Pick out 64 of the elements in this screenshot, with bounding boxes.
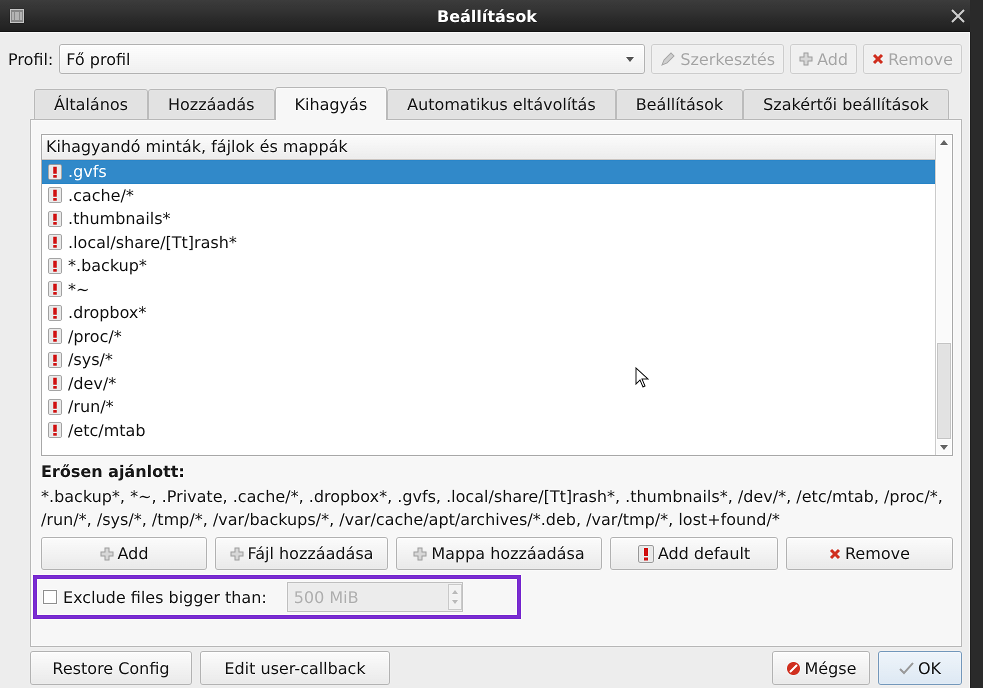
add-button[interactable]: Fájl hozzáadása [215,537,388,570]
cancel-icon [786,660,800,676]
exclamation-icon [48,281,62,298]
edit-callback-button[interactable]: Edit user-callback [200,651,390,685]
pattern-row[interactable]: .gvfs [42,160,935,184]
plus-icon [413,546,428,560]
pattern-row[interactable]: /sys/* [42,348,935,372]
add-button[interactable]: Mappa hozzáadása [396,537,602,570]
ok-button[interactable]: OK [878,651,962,685]
plus-icon [799,52,814,66]
scrollbar[interactable] [935,135,952,455]
exclamation-icon [48,258,62,274]
pattern-row[interactable]: .dropbox* [42,301,935,324]
scroll-thumb[interactable] [937,343,951,439]
exclamation-icon [638,544,654,562]
close-icon [829,548,842,560]
add-button[interactable]: Add [41,537,207,570]
pencil-icon [660,51,676,67]
exclamation-icon [48,304,62,321]
plus-icon [230,546,244,560]
pattern-row[interactable]: .cache/* [42,184,935,207]
section-heading: Erősen ajánlott: [41,461,186,483]
exclamation-icon [48,164,62,180]
column-header[interactable]: Kihagyandó minták, fájlok és mappák [42,135,935,160]
restore-config-button[interactable]: Restore Config [30,651,192,685]
tab[interactable]: Automatikus eltávolítás [387,89,616,119]
tab[interactable]: Kihagyás [274,87,388,120]
pattern-row[interactable]: /etc/mtab [42,418,935,442]
exclamation-icon [48,187,62,204]
pattern-row[interactable]: .local/share/[Tt]rash* [42,230,935,254]
plus-icon [100,546,114,560]
close-icon [872,53,884,65]
profile-label: Profil: [8,50,54,68]
scroll-down-icon[interactable] [940,445,948,450]
exclamation-icon [48,422,62,438]
pattern-row[interactable]: *.backup* [42,254,935,278]
app-icon [10,9,24,23]
scroll-up-icon[interactable] [940,140,948,145]
add-default-button[interactable]: Add default [610,537,778,570]
exclamation-icon [48,328,62,344]
check-icon [898,662,914,674]
exclamation-icon [48,352,62,368]
close-icon[interactable] [950,8,966,24]
pattern-row[interactable]: /proc/* [42,324,935,348]
cursor-icon [635,367,649,388]
exclamation-icon [48,234,62,250]
pattern-row[interactable]: .thumbnails* [42,207,935,230]
cancel-button[interactable]: Mégse [772,651,870,685]
tab[interactable]: Szakértői beállítások [743,89,949,119]
dropdown-arrow-icon[interactable] [626,56,634,62]
pattern-row[interactable]: /run/* [42,395,935,418]
pattern-row[interactable]: *~ [42,278,935,301]
exclamation-icon [48,398,62,415]
window-title: Beállítások [436,6,538,26]
pattern-row[interactable]: /dev/* [42,372,935,395]
exclamation-icon [48,210,62,227]
remove-button[interactable]: Remove [786,537,953,570]
recommended-patterns: *.backup*, *~, .Private, .cache/*, .dropbox*, .gvfs, .local/share/[Tt]rash*, .thumbnails*, /dev/*, /etc/mtab, /proc/*, /run/*, /sys/*, /tmp/*, /var/backups/*, /var/cache/apt/archives/*.deb, /var/tmp/*, lost+found/* [41,486,944,531]
profile-dropdown[interactable]: Fő profil [59,44,646,74]
exclamation-icon [48,375,62,392]
tab[interactable]: Hozzáadás [148,89,275,119]
tab[interactable]: Beállítások [616,89,744,119]
checkbox-label: Exclude files bigger than: [63,588,267,606]
tab[interactable]: Általános [34,89,148,119]
